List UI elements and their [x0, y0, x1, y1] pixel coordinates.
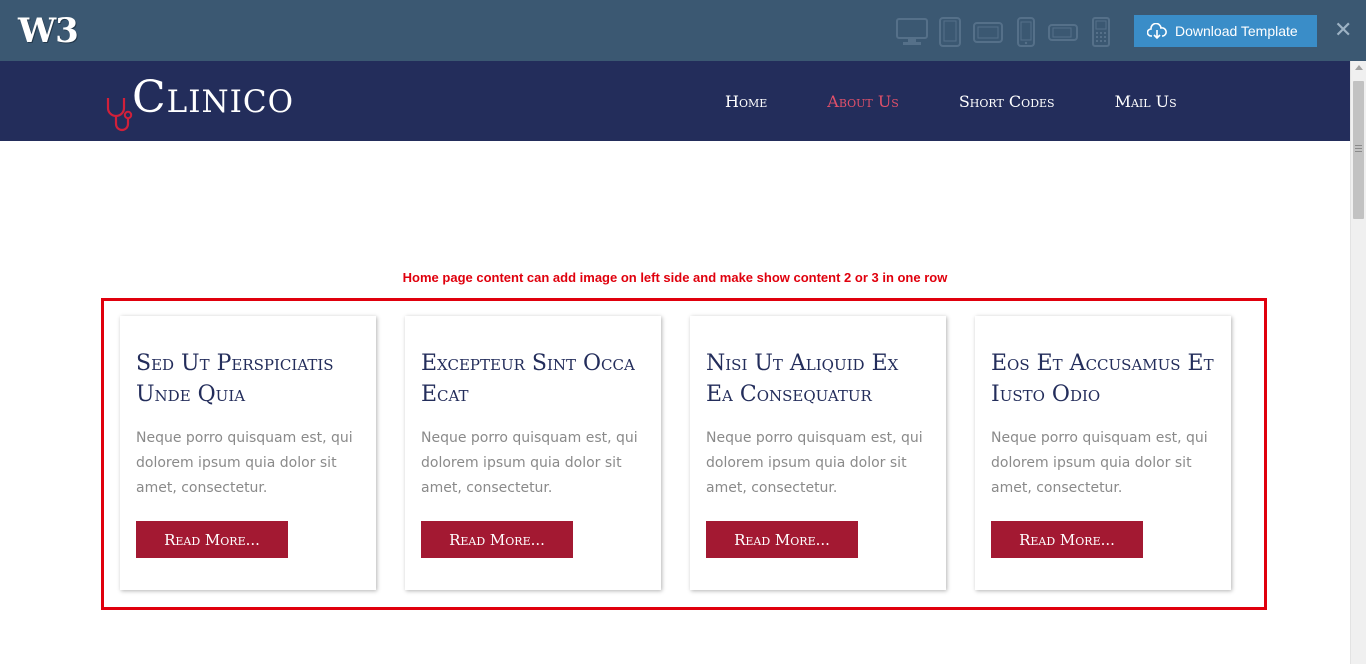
w3-logo[interactable]: W3 [18, 11, 79, 51]
stethoscope-icon [104, 96, 134, 141]
scroll-up-arrow-icon[interactable] [1355, 65, 1363, 70]
brand-logo[interactable]: Clinico [104, 74, 294, 141]
site-header: Clinico Home About Us Short Codes Mail U… [0, 61, 1350, 141]
card-title: Excepteur Sint Occa Ecat [421, 351, 635, 407]
tablet-landscape-icon[interactable] [973, 17, 1003, 47]
card-title: Sed Ut Perspiciatis Unde Quia [136, 351, 334, 407]
service-card: Eos Et Accusamus Et Iusto Odio Neque por… [975, 316, 1231, 590]
close-icon[interactable]: ✕ [1334, 16, 1352, 46]
read-more-button[interactable]: Read More... [991, 521, 1143, 558]
read-more-button[interactable]: Read More... [136, 521, 288, 558]
cloud-download-icon [1147, 23, 1167, 39]
brand-name: Clinico [132, 72, 295, 123]
feature-phone-icon[interactable] [1092, 17, 1110, 47]
read-more-button[interactable]: Read More... [421, 521, 573, 558]
main-menu: Home About Us Short Codes Mail Us [725, 92, 1237, 112]
annotation-note: Home page content can add image on left … [402, 270, 948, 285]
menu-item-about-us[interactable]: About Us [827, 92, 899, 112]
phone-portrait-icon[interactable] [1016, 17, 1036, 47]
card-text: Neque porro quisquam est, qui dolorem ip… [991, 430, 1208, 496]
card-title: Nisi Ut Aliquid Ex Ea Consequatur [706, 351, 899, 407]
grip-line [1355, 151, 1362, 152]
tablet-portrait-icon[interactable] [939, 17, 961, 47]
menu-item-home[interactable]: Home [725, 92, 767, 112]
service-card: Sed Ut Perspiciatis Unde Quia Neque porr… [120, 316, 376, 590]
grip-line [1355, 148, 1362, 149]
scroll-thumb[interactable] [1353, 81, 1364, 219]
preview-toolbar: W3 Download Template ✕ [0, 0, 1366, 61]
menu-item-short-codes[interactable]: Short Codes [959, 92, 1055, 112]
download-template-button[interactable]: Download Template [1134, 15, 1317, 47]
card-title: Eos Et Accusamus Et Iusto Odio [991, 351, 1214, 407]
desktop-icon[interactable] [896, 17, 928, 47]
read-more-button[interactable]: Read More... [706, 521, 858, 558]
download-template-label: Download Template [1175, 23, 1298, 39]
card-text: Neque porro quisquam est, qui dolorem ip… [706, 430, 923, 496]
phone-landscape-icon[interactable] [1048, 17, 1078, 47]
menu-item-mail-us[interactable]: Mail Us [1115, 92, 1177, 112]
grip-line [1355, 145, 1362, 146]
service-card: Excepteur Sint Occa Ecat Neque porro qui… [405, 316, 661, 590]
vertical-scrollbar[interactable] [1350, 61, 1366, 664]
card-text: Neque porro quisquam est, qui dolorem ip… [136, 430, 353, 496]
card-text: Neque porro quisquam est, qui dolorem ip… [421, 430, 638, 496]
service-card: Nisi Ut Aliquid Ex Ea Consequatur Neque … [690, 316, 946, 590]
